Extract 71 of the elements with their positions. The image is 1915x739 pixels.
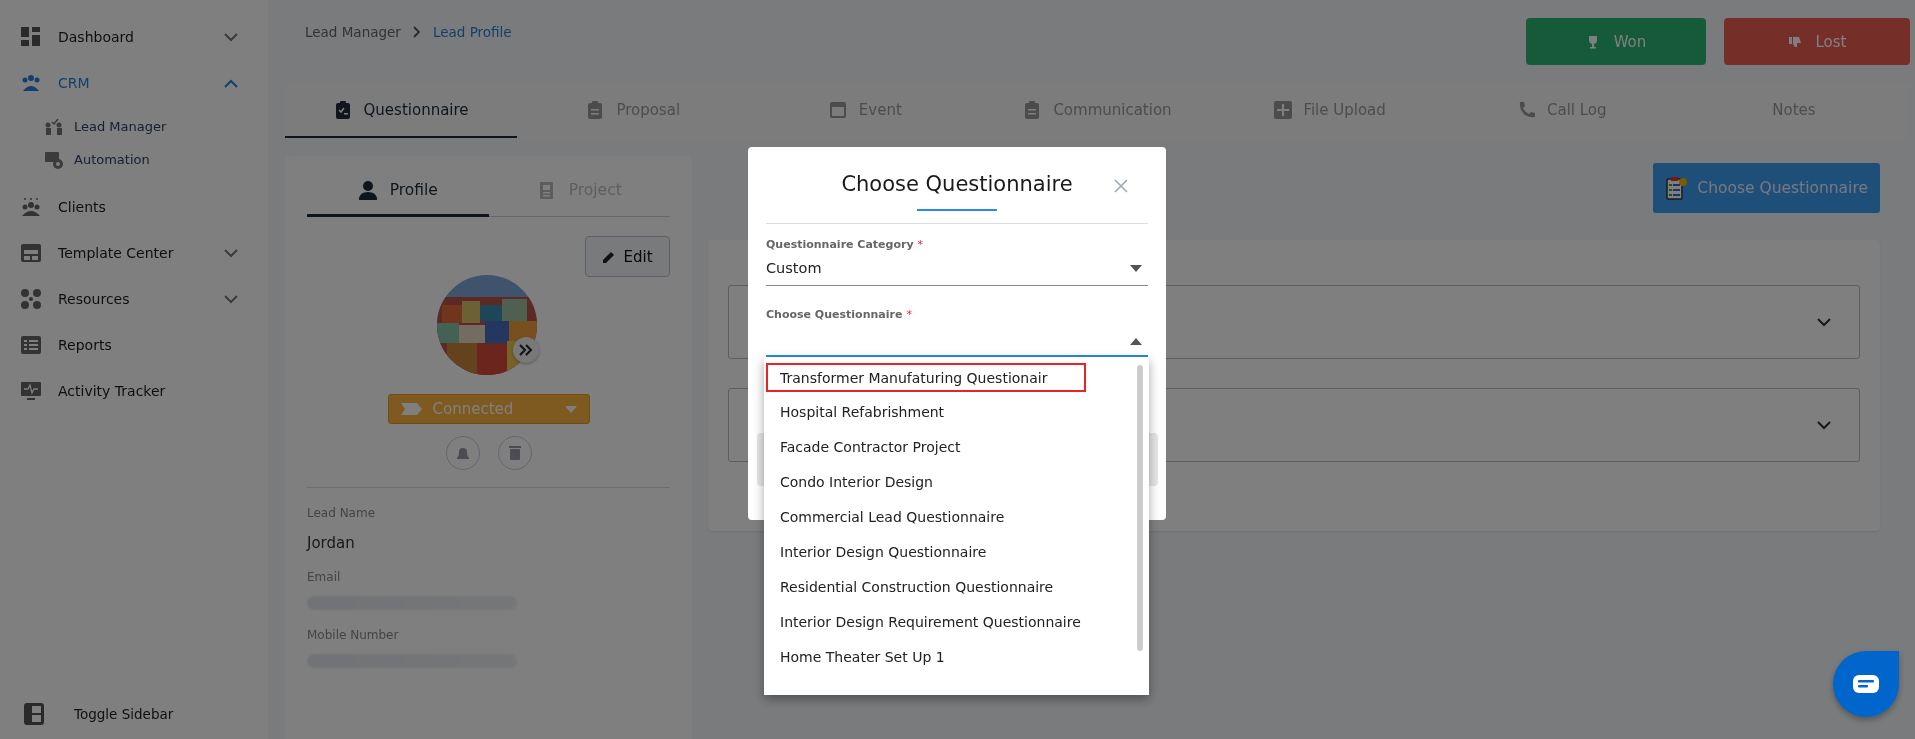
required-mark: * — [906, 308, 912, 321]
dropdown-option[interactable]: Facade Contractor Project — [766, 433, 1076, 462]
list-icon — [20, 334, 42, 356]
dropdown-option[interactable]: Hospital Refabrishment — [766, 398, 1076, 427]
close-button[interactable] — [1114, 179, 1128, 193]
layout-icon — [20, 242, 42, 264]
scrollbar-thumb[interactable] — [1137, 365, 1143, 651]
dropdown-option[interactable]: Transformer Manufaturing Questionair — [766, 363, 1086, 392]
sidebar-icon — [24, 703, 44, 725]
sidebar-item[interactable]: Reports — [0, 322, 268, 368]
sidebar-item[interactable]: Template Center — [0, 230, 268, 276]
field-label: Choose Questionnaire — [766, 308, 903, 321]
snooze-button[interactable] — [445, 436, 480, 470]
phone-icon — [1517, 100, 1537, 120]
chat-button[interactable] — [1833, 651, 1899, 717]
edit-button[interactable]: Edit — [585, 236, 670, 277]
field-label: Email — [307, 570, 342, 584]
breadcrumb-link[interactable]: Lead Manager — [305, 24, 401, 40]
thumbs-down-icon — [1787, 34, 1802, 49]
chevron-down-icon — [224, 248, 238, 258]
checklist-icon — [1665, 176, 1688, 200]
sidebar-item[interactable]: CRM — [0, 60, 268, 106]
lost-button[interactable]: Lost — [1724, 18, 1910, 65]
tab[interactable]: Questionnaire — [285, 84, 518, 138]
field-value: Jordan — [307, 534, 355, 552]
sidebar-subitem[interactable]: Lead Manager — [44, 110, 268, 143]
field-label: Questionnaire Category — [766, 238, 914, 251]
required-mark: * — [917, 238, 924, 251]
modal-title: Choose Questionnaire — [841, 172, 1073, 196]
field-label: Mobile Number — [307, 628, 400, 642]
tab[interactable]: Profile — [307, 166, 489, 217]
chevron-up-icon — [224, 78, 238, 88]
caret-down-icon — [1130, 264, 1142, 272]
bell-icon — [455, 445, 470, 461]
presenter-icon — [44, 116, 64, 137]
toggle-sidebar-button[interactable]: Toggle Sidebar — [24, 703, 268, 725]
close-icon — [1114, 179, 1128, 193]
grid-icon — [20, 26, 42, 48]
circles-icon — [20, 288, 42, 310]
caret-down-icon — [564, 405, 577, 413]
caret-up-icon — [1130, 337, 1142, 345]
tag-icon — [400, 402, 423, 416]
people-icon — [20, 72, 42, 94]
person-icon — [357, 179, 378, 201]
chevron-right-icon — [412, 26, 421, 38]
dropdown-option[interactable]: Interior Design Questionnaire — [766, 538, 1076, 567]
double-chevron-icon — [518, 344, 533, 356]
monitor-icon — [20, 380, 42, 402]
sidebar-item[interactable]: Resources — [0, 276, 268, 322]
dropdown-option[interactable]: Condo Interior Design — [766, 468, 1076, 497]
chevron-down-icon — [224, 294, 238, 304]
pencil-icon — [602, 249, 617, 264]
sidebar-item[interactable]: Dashboard — [0, 14, 268, 60]
select-field[interactable]: Custom — [766, 251, 1148, 286]
calendar-icon — [828, 100, 849, 120]
chevron-down-icon — [1817, 317, 1831, 327]
sidebar-subitem[interactable]: Automation — [44, 143, 268, 176]
chevron-down-icon — [1817, 420, 1831, 430]
chat-icon — [1852, 674, 1880, 694]
plus-icon — [1273, 100, 1294, 120]
breadcrumb-link[interactable]: Lead Profile — [432, 24, 512, 40]
sidebar-item[interactable]: Activity Tracker — [0, 368, 268, 414]
field-label: Lead Name — [307, 506, 377, 520]
sidebar-item[interactable]: Clients — [0, 184, 268, 230]
dropdown-option[interactable]: Commercial Lead Questionnaire — [766, 503, 1076, 532]
trash-icon — [507, 445, 522, 461]
dropdown-option[interactable]: Residential Construction Questionnaire — [766, 573, 1076, 602]
dropdown-option[interactable]: Home Theater Set Up 1 — [766, 643, 1076, 672]
chevron-down-icon — [224, 32, 238, 42]
delete-button[interactable] — [497, 436, 532, 470]
people-icon — [20, 196, 42, 218]
